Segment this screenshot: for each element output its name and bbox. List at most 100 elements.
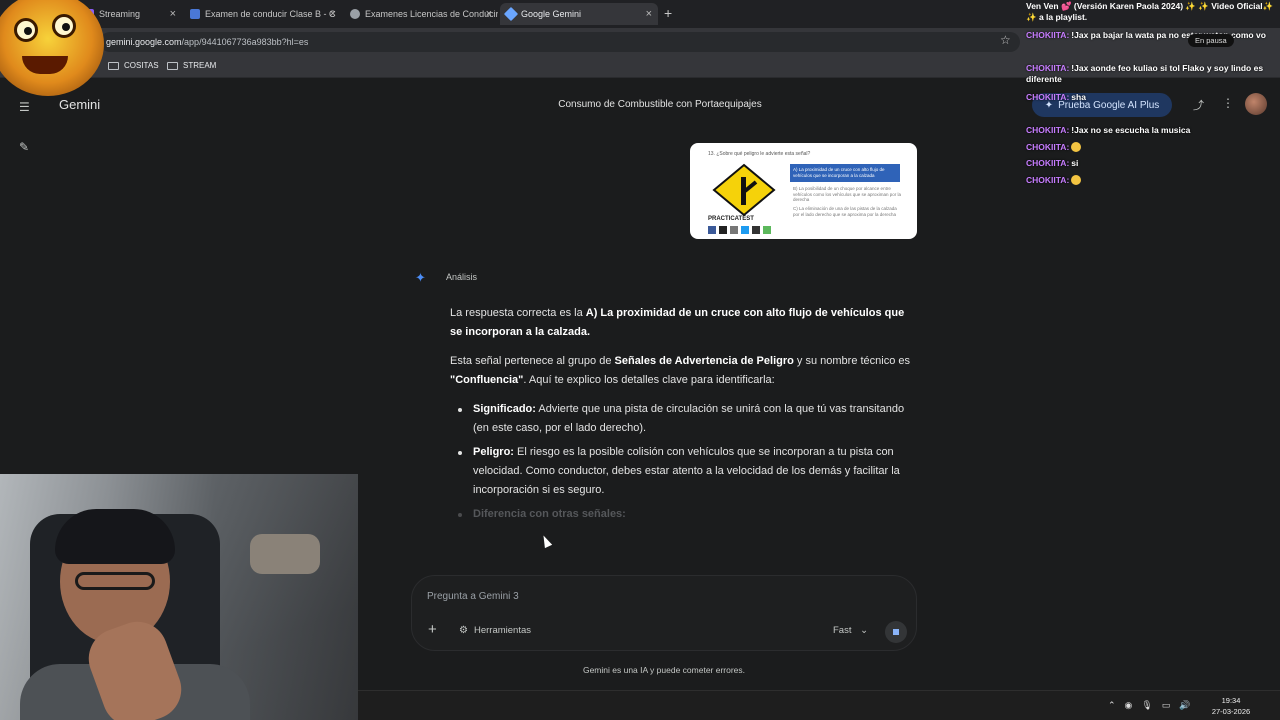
bullet-title: Diferencia con otras señales: — [473, 508, 626, 520]
bullet-title: Peligro: — [473, 446, 514, 458]
model-mode-selector[interactable]: Fast ⌄ — [833, 625, 868, 636]
bookmark-stream[interactable]: STREAM — [167, 61, 216, 70]
microphone-icon[interactable]: 🎙 — [1141, 700, 1152, 711]
gemini-favicon-icon — [503, 6, 519, 22]
chat-message: CHOKIITA: !Jax aonde feo kuliao si tol Fl… — [1026, 63, 1276, 85]
chat-text: si — [1071, 158, 1079, 168]
list-item: Significado: Advierte que una pista de c… — [450, 400, 918, 438]
answer-paragraph-1: La respuesta correcta es la A) La proxim… — [450, 304, 918, 342]
bookmark-star-icon[interactable]: ☆ — [1000, 33, 1011, 47]
close-tab-icon[interactable]: × — [646, 8, 652, 20]
thinking-emoji-icon — [1071, 142, 1082, 152]
prompt-composer: Pregunta a Gemini 3 + ⚙ Herramientas Fas… — [411, 575, 917, 651]
social-icons — [708, 226, 771, 234]
uploaded-image-attachment[interactable]: 13. ¿Sobre qué peligro le advierte esta … — [690, 143, 917, 239]
close-tab-icon[interactable]: × — [330, 8, 336, 20]
url-path: /app/9441067736a983bb?hl=es — [181, 37, 309, 47]
clock-date: 27-03-2026 — [1211, 707, 1251, 716]
chat-message: CHOKIITA: !Jax pa bajar la wata pa no est… — [1026, 30, 1276, 41]
chat-message: CHOKIITA: — [1026, 142, 1276, 153]
twitter-icon — [741, 226, 749, 234]
webcam-pillow — [250, 534, 320, 574]
conversation-title[interactable]: Consumo de Combustible con Portaequipaje… — [500, 99, 820, 110]
confluence-sign-icon — [712, 163, 776, 217]
answer-text: . Aquí te explico los detalles clave par… — [523, 374, 775, 386]
webcam-overlay — [0, 474, 358, 720]
chat-username: CHOKIITA: — [1026, 175, 1070, 185]
chat-text: !Jax pa bajar la wata pa no estar waton … — [1071, 30, 1266, 40]
screen: Streaming × Examen de conducir Clase B -… — [0, 0, 1280, 720]
bookmark-label: STREAM — [183, 61, 217, 70]
tools-label: Herramientas — [473, 625, 531, 636]
attachment-option-c: C) La eliminación de una de las pistas d… — [793, 206, 897, 217]
chat-username: CHOKIITA: — [1026, 92, 1070, 102]
tools-button[interactable]: ⚙ Herramientas — [459, 625, 531, 636]
bullet-text: El riesgo es la posible colisión con veh… — [473, 446, 900, 496]
discord-icon[interactable]: ◉ — [1125, 700, 1133, 711]
gemini-sparkle-icon: ✦ — [415, 270, 426, 285]
mascot-eye — [14, 18, 38, 42]
chat-username: CHOKIITA: — [1026, 125, 1070, 135]
bookmark-label: COSITAS — [124, 61, 159, 70]
attachment-answer-option: A) La proximidad de un cruce con alto fl… — [790, 164, 900, 182]
tab-examen-conducir[interactable]: Examen de conducir Clase B - C × — [184, 3, 342, 25]
close-tab-icon[interactable]: × — [170, 8, 176, 20]
media-paused-badge: En pausa — [1188, 34, 1234, 47]
chat-text: !Jax no se escucha la musica — [1071, 125, 1191, 135]
answer-text: y su nombre técnico es — [793, 355, 911, 367]
bookmark-cositas[interactable]: COSITAS — [108, 61, 159, 70]
mascot-mouth — [22, 56, 68, 74]
stop-generating-button[interactable] — [885, 621, 907, 643]
chat-username: CHOKIITA: — [1026, 30, 1070, 40]
bullet-title: Significado: — [473, 403, 536, 415]
chat-username: CHOKIITA: — [1026, 158, 1070, 168]
email-icon — [730, 226, 738, 234]
network-icon[interactable]: ▭ — [1162, 700, 1171, 711]
attachment-option-b: B) La posibilidad de un choque por alcan… — [793, 186, 902, 203]
new-tab-icon[interactable]: + — [664, 5, 672, 21]
chat-message: CHOKIITA: — [1026, 175, 1276, 186]
chat-username: CHOKIITA: — [1026, 63, 1070, 73]
now-playing-header: Ven Ven 💕 (Versión Karen Paola 2024) ✨ ✨… — [1026, 1, 1274, 22]
clock-time: 19:34 — [1221, 696, 1241, 705]
disclaimer: Gemini es una IA y puede cometer errores… — [582, 665, 746, 675]
x-icon — [719, 226, 727, 234]
chat-message: CHOKIITA: sha — [1026, 92, 1276, 103]
thinking-emoji-icon — [1071, 175, 1082, 185]
thinking-label[interactable]: Análisis — [446, 272, 477, 282]
folder-icon — [108, 61, 119, 70]
tab-label: Streaming — [99, 9, 141, 19]
print-icon — [752, 226, 760, 234]
webcam-person-glasses — [75, 572, 155, 590]
tab-google-gemini[interactable]: Google Gemini × — [500, 3, 658, 25]
answer-paragraph-2: Esta señal pertenece al grupo de Señales… — [450, 352, 918, 390]
taskbar-clock[interactable]: 19:34 27-03-2026 — [1208, 695, 1254, 717]
chat-message: CHOKIITA: !Jax no se escucha la musica — [1026, 125, 1276, 136]
list-item: Peligro: El riesgo es la posible colisió… — [450, 443, 918, 500]
address-bar[interactable]: gemini.google.com/app/9441067736a983bb?h… — [100, 32, 1020, 52]
close-tab-icon[interactable]: × — [486, 8, 492, 20]
tab-label: Examenes Licencias de Conducir — [365, 9, 498, 19]
new-chat-icon[interactable]: ✎ — [19, 140, 29, 154]
answer-text: La respuesta correcta es la — [450, 307, 586, 319]
mouse-cursor-icon — [539, 533, 553, 549]
chat-message: CHOKIITA: si — [1026, 158, 1276, 169]
tab-examenes-licencias[interactable]: Examenes Licencias de Conducir × — [344, 3, 498, 25]
share-plus-icon — [763, 226, 771, 234]
hamburger-menu-icon[interactable]: ☰ — [19, 100, 30, 114]
answer-bullet-list: Significado: Advierte que una pista de c… — [450, 400, 918, 524]
volume-icon[interactable]: 🔊 — [1179, 700, 1190, 711]
document-favicon-icon — [190, 9, 200, 19]
attachment-brand: PRACTICATEST — [708, 216, 754, 222]
prompt-input[interactable]: Pregunta a Gemini 3 — [427, 591, 519, 602]
url-host: gemini.google.com — [106, 37, 182, 47]
answer-highlight: Señales de Advertencia de Peligro — [614, 355, 794, 367]
chevron-up-icon[interactable]: ⌃ — [1108, 700, 1116, 711]
model-response: La respuesta correcta es la A) La proxim… — [450, 304, 918, 529]
webcam-person-hair — [55, 509, 175, 564]
chat-text: sha — [1071, 92, 1086, 102]
bullet-text: Advierte que una pista de circulación se… — [473, 403, 905, 434]
answer-text: Esta señal pertenece al grupo de — [450, 355, 615, 367]
tab-label: Examen de conducir Clase B - C — [205, 9, 336, 19]
add-attachment-icon[interactable]: + — [428, 621, 437, 638]
